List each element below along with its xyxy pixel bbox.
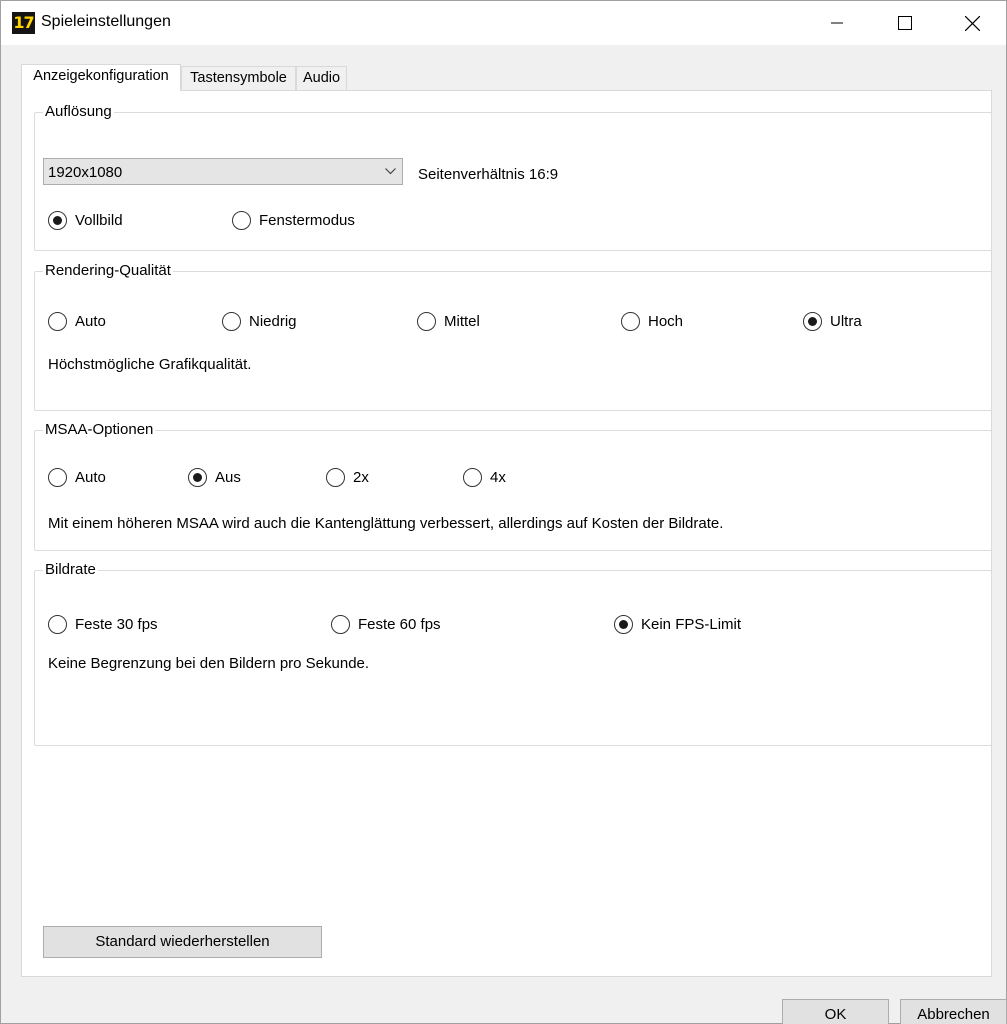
resolution-value: 1920x1080 <box>48 164 123 181</box>
window-title: Spieleinstellungen <box>41 13 171 30</box>
radio-label: 4x <box>490 468 506 486</box>
radio-indicator <box>803 311 822 331</box>
aspect-ratio-text: Seitenverhältnis 16:9 <box>418 166 559 183</box>
restore-defaults-button[interactable]: Standard wiederherstellen <box>43 926 322 958</box>
radio-indicator <box>48 614 67 634</box>
radio-label: 2x <box>353 468 369 486</box>
radio-label: Mittel <box>444 312 480 330</box>
radio-rendering-auto[interactable]: Auto <box>48 311 106 331</box>
chevron-down-icon <box>385 168 396 175</box>
radio-indicator <box>463 467 482 487</box>
radio-label: Feste 60 fps <box>358 615 441 633</box>
radio-indicator <box>48 467 67 487</box>
radio-label: Auto <box>75 468 106 486</box>
radio-indicator <box>326 467 345 487</box>
radio-indicator <box>614 614 633 634</box>
app-icon: 17 <box>12 12 35 34</box>
radio-indicator <box>48 311 67 331</box>
radio-fps-30[interactable]: Feste 30 fps <box>48 614 158 634</box>
resolution-group-label: Auflösung <box>43 103 114 121</box>
tab-anzeigekonfiguration[interactable]: Anzeigekonfiguration <box>21 64 181 91</box>
radio-rendering-niedrig[interactable]: Niedrig <box>222 311 297 331</box>
radio-label: Feste 30 fps <box>75 615 158 633</box>
msaa-group-label: MSAA-Optionen <box>43 421 156 439</box>
title-bar: 17 Spieleinstellungen <box>1 1 1006 45</box>
radio-fenstermodus[interactable]: Fenstermodus <box>232 210 355 230</box>
radio-msaa-2x[interactable]: 2x <box>326 467 369 487</box>
radio-msaa-4x[interactable]: 4x <box>463 467 506 487</box>
radio-label: Niedrig <box>249 312 297 330</box>
radio-indicator <box>188 467 207 487</box>
radio-indicator <box>417 311 436 331</box>
tab-audio[interactable]: Audio <box>296 66 347 91</box>
cancel-button[interactable]: Abbrechen <box>900 999 1007 1024</box>
maximize-button[interactable] <box>871 1 939 45</box>
radio-rendering-ultra[interactable]: Ultra <box>803 311 862 331</box>
radio-indicator <box>222 311 241 331</box>
radio-msaa-auto[interactable]: Auto <box>48 467 106 487</box>
close-button[interactable] <box>938 1 1006 45</box>
radio-label: Fenstermodus <box>259 211 355 229</box>
radio-label: Ultra <box>830 312 862 330</box>
radio-indicator <box>48 210 67 230</box>
radio-vollbild[interactable]: Vollbild <box>48 210 123 230</box>
minimize-icon <box>831 22 843 24</box>
radio-fps-60[interactable]: Feste 60 fps <box>331 614 441 634</box>
radio-indicator <box>232 210 251 230</box>
rendering-group-label: Rendering-Qualität <box>43 262 173 280</box>
radio-rendering-mittel[interactable]: Mittel <box>417 311 480 331</box>
radio-label: Aus <box>215 468 241 486</box>
radio-indicator <box>621 311 640 331</box>
maximize-icon <box>898 16 912 30</box>
rendering-description: Höchstmögliche Grafikqualität. <box>48 356 252 373</box>
radio-msaa-aus[interactable]: Aus <box>188 467 241 487</box>
close-icon <box>964 15 980 31</box>
radio-fps-unlimited[interactable]: Kein FPS-Limit <box>614 614 741 634</box>
ok-button[interactable]: OK <box>782 999 889 1024</box>
framerate-group-label: Bildrate <box>43 561 98 579</box>
radio-label: Auto <box>75 312 106 330</box>
framerate-description: Keine Begrenzung bei den Bildern pro Sek… <box>48 655 370 672</box>
radio-indicator <box>331 614 350 634</box>
radio-label: Vollbild <box>75 211 123 229</box>
resolution-dropdown[interactable]: 1920x1080 <box>43 158 403 185</box>
msaa-description: Mit einem höheren MSAA wird auch die Kan… <box>48 515 724 532</box>
minimize-button[interactable] <box>803 1 871 45</box>
tab-tastensymbole[interactable]: Tastensymbole <box>181 66 296 91</box>
radio-rendering-hoch[interactable]: Hoch <box>621 311 683 331</box>
radio-label: Hoch <box>648 312 684 330</box>
rendering-quality-group: Rendering-Qualität <box>34 262 992 411</box>
radio-label: Kein FPS-Limit <box>641 615 742 633</box>
